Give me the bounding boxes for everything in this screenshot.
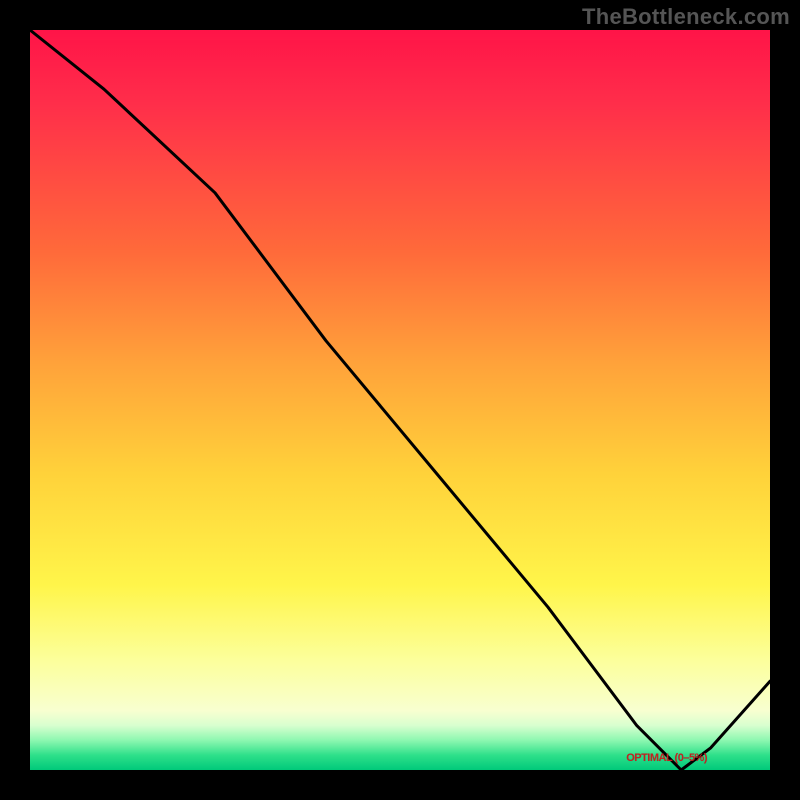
optimal-range-label: OPTIMAL (0–5%) — [626, 752, 707, 764]
chart-frame: TheBottleneck.com OPTIMAL (0–5%) — [0, 0, 800, 800]
plot-area: OPTIMAL (0–5%) — [30, 30, 770, 770]
watermark-text: TheBottleneck.com — [582, 4, 790, 30]
bottleneck-curve — [30, 30, 770, 770]
